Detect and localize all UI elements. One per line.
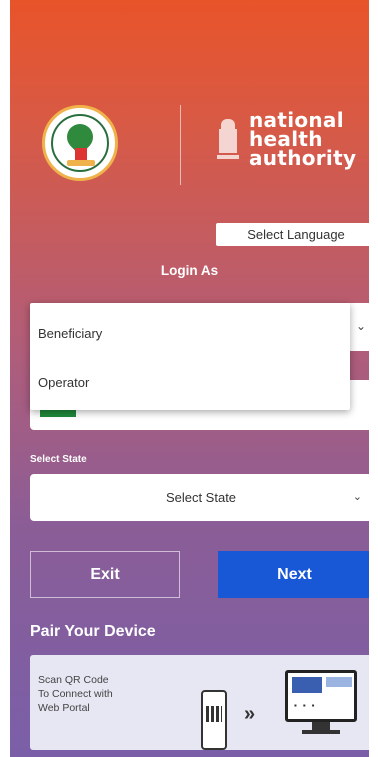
logo-divider: [180, 105, 181, 185]
next-button[interactable]: Next: [218, 551, 369, 598]
menu-item-beneficiary[interactable]: Beneficiary: [38, 326, 102, 341]
state-select-value: Select State: [165, 490, 237, 505]
login-screen: national health authority Select Languag…: [10, 0, 369, 757]
pair-device-card[interactable]: Scan QR Code To Connect with Web Portal …: [30, 655, 369, 750]
exit-button[interactable]: Exit: [30, 551, 180, 598]
select-language-button[interactable]: Select Language: [216, 223, 369, 246]
national-emblem-icon: [215, 119, 241, 165]
chevron-down-icon: ⌄: [355, 319, 366, 333]
pair-instructions: Scan QR Code To Connect with Web Portal: [38, 674, 113, 714]
nha-logo: national health authority: [215, 108, 357, 183]
monitor-icon: ▪▪▪: [285, 670, 357, 722]
chevron-down-icon: ⌄: [352, 491, 362, 503]
pair-device-title: Pair Your Device: [30, 623, 156, 640]
ayushman-bharat-logo: [42, 105, 118, 181]
login-as-menu: Beneficiary Operator: [30, 303, 350, 410]
header-logos: national health authority: [10, 95, 369, 195]
phone-qr-icon: [201, 690, 227, 750]
menu-item-operator[interactable]: Operator: [38, 375, 89, 390]
login-as-label: Login As: [160, 263, 219, 278]
double-chevron-right-icon: »: [244, 703, 256, 725]
select-state-label: Select State: [30, 454, 87, 465]
nha-wordmark: national health authority: [249, 108, 357, 170]
state-select[interactable]: Select State ⌄: [30, 474, 369, 521]
